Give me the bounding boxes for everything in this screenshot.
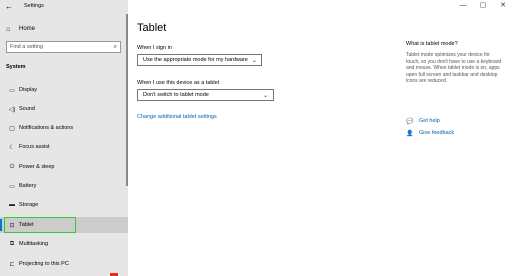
sidebar-item-sound[interactable]: ◁) Sound xyxy=(0,101,128,117)
sidebar-item-label: Notifications & actions xyxy=(19,125,74,131)
chat-icon: 💬 xyxy=(406,118,414,125)
search-icon: ⌕ xyxy=(113,43,117,50)
active-indicator xyxy=(0,219,2,231)
feedback-icon: 👤 xyxy=(406,130,414,137)
sidebar-item-label: Storage xyxy=(19,202,39,208)
sidebar-item-projecting[interactable]: ⊏ Projecting to this PC xyxy=(0,256,128,272)
sidebar-item-multitasking[interactable]: ⧉ Multitasking xyxy=(0,236,128,252)
sidebar-item-label: Projecting to this PC xyxy=(19,261,69,267)
tablet-use-value: Don't switch to tablet mode xyxy=(143,92,209,98)
sidebar-scrollbar[interactable] xyxy=(126,14,128,186)
additional-tablet-settings-link[interactable]: Change additional tablet settings xyxy=(137,114,217,120)
battery-icon: ▭ xyxy=(9,183,15,190)
page-title: Tablet xyxy=(137,22,167,34)
notifications-icon: ▢ xyxy=(9,125,15,132)
home-nav[interactable]: ⌂ Home xyxy=(6,24,35,34)
sidebar-item-display[interactable]: ▭ Display xyxy=(0,82,128,98)
maximize-icon[interactable]: ▢ xyxy=(476,1,490,11)
power-icon: ⏻ xyxy=(9,163,15,170)
home-label: Home xyxy=(19,26,36,32)
signin-label: When I sign in xyxy=(137,45,172,51)
sidebar-item-label: Sound xyxy=(19,106,35,112)
search-input[interactable]: Find a setting ⌕ xyxy=(6,41,121,53)
section-title: System xyxy=(6,64,26,70)
home-icon: ⌂ xyxy=(6,25,11,33)
tablet-use-label: When I use this device as a tablet xyxy=(137,80,220,86)
sound-icon: ◁) xyxy=(8,106,16,113)
sidebar-item-notifications[interactable]: ▢ Notifications & actions xyxy=(0,120,128,136)
back-arrow-icon[interactable]: ← xyxy=(4,2,14,12)
projecting-icon: ⊏ xyxy=(9,261,15,268)
get-help-label: Get help xyxy=(419,118,440,124)
sidebar-item-label: Display xyxy=(19,87,38,93)
minimize-icon[interactable]: — xyxy=(456,1,470,11)
display-icon: ▭ xyxy=(9,87,15,94)
sidebar-item-label: Multitasking xyxy=(19,241,49,247)
tablet-use-dropdown[interactable]: Don't switch to tablet mode ⌄ xyxy=(137,89,274,101)
help-title: What is tablet mode? xyxy=(406,41,458,47)
app-title: Settings xyxy=(24,3,44,9)
title-bar: ← Settings — ▢ ✕ xyxy=(0,0,512,14)
signin-mode-dropdown[interactable]: Use the appropriate mode for my hardware… xyxy=(137,54,262,66)
search-placeholder: Find a setting xyxy=(10,44,44,50)
sidebar-item-label: Battery xyxy=(19,183,37,189)
close-icon[interactable]: ✕ xyxy=(496,1,510,11)
give-feedback-link[interactable]: 👤 Give feedback xyxy=(406,129,454,137)
sidebar-item-label: Power & sleep xyxy=(19,164,55,170)
sidebar-item-power-sleep[interactable]: ⏻ Power & sleep xyxy=(0,159,128,175)
chevron-down-icon: ⌄ xyxy=(251,57,257,64)
help-description: Tablet mode optimizes your device for to… xyxy=(406,52,502,85)
sidebar-item-storage[interactable]: ▬ Storage xyxy=(0,197,128,213)
moon-icon: ☾ xyxy=(9,144,15,151)
multitasking-icon: ⧉ xyxy=(9,240,15,247)
chevron-down-icon: ⌄ xyxy=(262,92,268,99)
sidebar-item-battery[interactable]: ▭ Battery xyxy=(0,178,128,194)
selection-highlight-box xyxy=(4,217,76,233)
signin-mode-value: Use the appropriate mode for my hardware xyxy=(143,57,248,63)
sidebar-item-focus-assist[interactable]: ☾ Focus assist xyxy=(0,139,128,155)
sidebar-item-label: Focus assist xyxy=(19,144,50,150)
get-help-link[interactable]: 💬 Get help xyxy=(406,117,440,125)
give-feedback-label: Give feedback xyxy=(419,130,455,136)
storage-icon: ▬ xyxy=(9,202,15,208)
